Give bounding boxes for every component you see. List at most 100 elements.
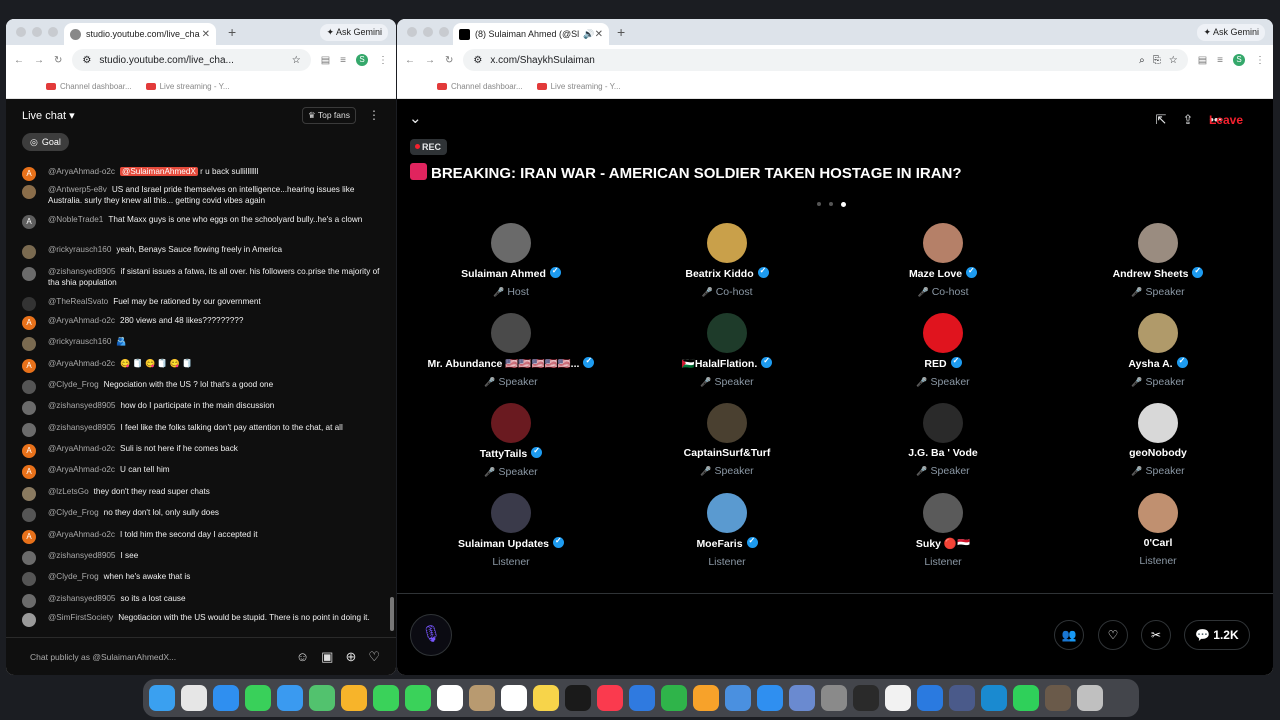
- whatsapp-icon[interactable]: [1013, 685, 1039, 711]
- finder2-icon[interactable]: [949, 685, 975, 711]
- quicktime-icon[interactable]: [981, 685, 1007, 711]
- participant-card[interactable]: RED 🎤Speaker: [833, 313, 1053, 388]
- avatar[interactable]: [22, 297, 36, 311]
- keynote-icon[interactable]: [629, 685, 655, 711]
- chat-message[interactable]: A @NobleTrade1 That Maxx guys is one who e…: [22, 215, 382, 229]
- avatar[interactable]: [22, 380, 36, 394]
- participant-card[interactable]: CaptainSurf&Turf 🎤 Speaker: [617, 403, 837, 477]
- message-author[interactable]: @Clyde_Frog: [48, 572, 99, 581]
- close-tab-icon[interactable]: ✕: [202, 29, 210, 40]
- participant-avatar[interactable]: [707, 493, 747, 533]
- avatar[interactable]: A: [22, 530, 36, 544]
- phone-icon[interactable]: [405, 685, 431, 711]
- share-icon[interactable]: ⇪: [1182, 112, 1193, 128]
- avatar[interactable]: [22, 487, 36, 501]
- testflight-icon[interactable]: [725, 685, 751, 711]
- notes-icon[interactable]: [533, 685, 559, 711]
- participant-card[interactable]: 0'Carl Listener: [1048, 493, 1268, 567]
- super-chat-icon[interactable]: ▣: [321, 649, 333, 665]
- chat-message[interactable]: @zishansyed8905 I feel like the folks tal…: [22, 423, 382, 437]
- participant-card[interactable]: Mr. Abundance 🇺🇸🇺🇸🇺🇸🇺🇸🇺🇸... 🎤Speaker: [401, 313, 621, 388]
- participant-card[interactable]: Maze Love 🎤Co-host: [833, 223, 1053, 298]
- chat-message[interactable]: @Clyde_Frog no they don't lol, only sully…: [22, 508, 382, 522]
- message-author[interactable]: @Clyde_Frog: [48, 380, 99, 389]
- message-author[interactable]: @AryaAhmad-o2c: [48, 444, 115, 453]
- participant-card[interactable]: TattyTails 🎤Speaker: [401, 403, 621, 478]
- message-author[interactable]: @SimFirstSociety: [48, 613, 113, 622]
- message-author[interactable]: @lzLetsGo: [48, 487, 89, 496]
- reading-list-icon[interactable]: ≡: [340, 55, 346, 66]
- comments-button[interactable]: 💬 1.2K: [1184, 620, 1250, 650]
- bookmark-star-icon[interactable]: ☆: [292, 55, 301, 66]
- participant-card[interactable]: 🇵🇸HalalFlation. 🎤Speaker: [617, 313, 837, 388]
- install-icon[interactable]: ⎘: [1153, 55, 1161, 66]
- photos-icon[interactable]: [341, 685, 367, 711]
- avatar[interactable]: A: [22, 316, 36, 330]
- avatar[interactable]: [22, 267, 36, 281]
- chat-message[interactable]: @TheRealSvato Fuel may be rationed by our…: [22, 297, 382, 311]
- bookmark-star-icon[interactable]: ☆: [1169, 55, 1178, 66]
- leave-button[interactable]: Leave: [1209, 113, 1243, 127]
- avatar[interactable]: A: [22, 215, 36, 229]
- participant-card[interactable]: Andrew Sheets 🎤Speaker: [1048, 223, 1268, 298]
- chat-input[interactable]: Chat publicly as @SulaimanAhmedX...: [30, 652, 284, 662]
- participant-avatar[interactable]: [707, 403, 747, 443]
- facetime-icon[interactable]: [373, 685, 399, 711]
- window-controls[interactable]: [6, 27, 58, 37]
- chat-message[interactable]: @Antwerp5-e8v US and Israel pride themsel…: [22, 185, 382, 206]
- participant-card[interactable]: Sulaiman Updates Listener: [401, 493, 621, 568]
- tv-icon[interactable]: [565, 685, 591, 711]
- participant-card[interactable]: J.G. Ba ' Vode 🎤 Speaker: [833, 403, 1053, 477]
- numbers-icon[interactable]: [661, 685, 687, 711]
- avatar[interactable]: [22, 337, 36, 351]
- chat-scrollbar[interactable]: [390, 597, 394, 631]
- participant-avatar[interactable]: [491, 493, 531, 533]
- messages-icon[interactable]: [245, 685, 271, 711]
- bookmark-channel-dashboard[interactable]: Channel dashboar...: [46, 82, 132, 91]
- message-author[interactable]: @zishansyed8905: [48, 551, 116, 560]
- message-author[interactable]: @zishansyed8905: [48, 401, 116, 410]
- settings-icon[interactable]: [821, 685, 847, 711]
- top-fans-button[interactable]: ♛ Top fans: [302, 106, 356, 124]
- chat-message[interactable]: A @AryaAhmad-o2c 😋 🧻 😋 🧻 😋 🧻: [22, 359, 382, 373]
- trash-icon[interactable]: [1077, 685, 1103, 711]
- contacts-icon[interactable]: [469, 685, 495, 711]
- chat-message[interactable]: A @AryaAhmad-o2c I told him the second day…: [22, 530, 382, 544]
- menu-icon[interactable]: ⋮: [378, 55, 388, 66]
- zoom-icon[interactable]: ⌕: [1139, 55, 1145, 66]
- participant-card[interactable]: Beatrix Kiddo 🎤Co-host: [617, 223, 837, 298]
- reload-icon[interactable]: ↻: [54, 55, 62, 66]
- calendar-icon[interactable]: [437, 685, 463, 711]
- chat-message[interactable]: A @AryaAhmad-o2c 280 views and 48 likes???…: [22, 316, 382, 330]
- participant-avatar[interactable]: [923, 493, 963, 533]
- avatar[interactable]: [22, 572, 36, 586]
- chat-message[interactable]: @zishansyed8905 so its a lost cause: [22, 594, 382, 608]
- message-author[interactable]: @AryaAhmad-o2c: [48, 465, 115, 474]
- chat-message[interactable]: @lzLetsGo they don't they read super chat…: [22, 487, 382, 501]
- profile-avatar[interactable]: S: [1233, 54, 1245, 66]
- heart-icon[interactable]: ♡: [368, 649, 380, 665]
- forward-icon[interactable]: →: [425, 55, 435, 66]
- avatar[interactable]: A: [22, 167, 36, 181]
- safari-icon[interactable]: [213, 685, 239, 711]
- people-button[interactable]: 👥: [1054, 620, 1084, 650]
- url-input[interactable]: ⚙ x.com/ShaykhSulaiman ⌕ ⎘ ☆: [463, 49, 1188, 71]
- bookmark-live-streaming[interactable]: Live streaming - Y...: [536, 82, 621, 91]
- participant-card[interactable]: MoeFaris Listener: [617, 493, 837, 568]
- avatar[interactable]: [22, 508, 36, 522]
- message-author[interactable]: @zishansyed8905: [48, 594, 116, 603]
- chat-message[interactable]: @SimFirstSociety Negotiacion with the US …: [22, 613, 382, 627]
- photobooth-icon[interactable]: [1045, 685, 1071, 711]
- participant-avatar[interactable]: [1138, 313, 1178, 353]
- close-tab-icon[interactable]: ✕: [595, 29, 603, 40]
- chat-message[interactable]: @zishansyed8905 if sistani issues a fatwa…: [22, 267, 382, 288]
- preview-icon[interactable]: [789, 685, 815, 711]
- participant-avatar[interactable]: [1138, 223, 1178, 263]
- avatar[interactable]: [22, 613, 36, 627]
- participant-avatar[interactable]: [491, 223, 531, 263]
- page-indicator[interactable]: [817, 202, 846, 207]
- music-icon[interactable]: [597, 685, 623, 711]
- emoji-icon[interactable]: ☺: [296, 649, 309, 664]
- reminders-icon[interactable]: [501, 685, 527, 711]
- chat-message[interactable]: @rickyrausch160 yeah, Benays Sauce flowin…: [22, 245, 382, 259]
